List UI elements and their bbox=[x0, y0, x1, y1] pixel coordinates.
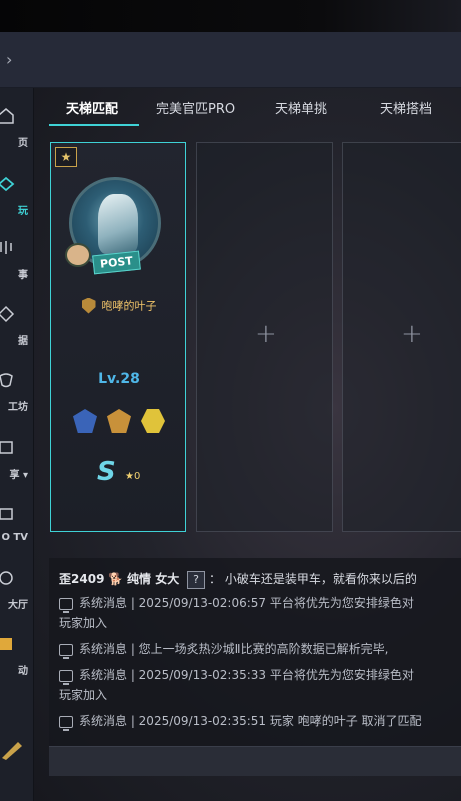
empty-slot-2[interactable]: + bbox=[196, 142, 333, 532]
sidebar-item-label: 页 bbox=[18, 138, 28, 149]
medal-hexagon-icon[interactable] bbox=[141, 409, 165, 433]
sidebar-item-label: 事 bbox=[18, 270, 28, 281]
system-message-text: 系统消息 | 2025/09/13-02:35:51 玩家 咆哮的叶子 取消了匹… bbox=[79, 714, 422, 728]
tab-ladder-match[interactable]: 天梯匹配 bbox=[66, 98, 118, 117]
sidebar-item-label: O TV bbox=[1, 532, 28, 543]
medal-blue-icon[interactable] bbox=[73, 409, 97, 433]
system-message: 系统消息 | 2025/09/13-02:06:57 平台将优先为您安排绿色对 bbox=[59, 594, 414, 613]
chat-separator: ： bbox=[209, 572, 222, 586]
activity-icon bbox=[0, 638, 12, 650]
plus-icon[interactable]: + bbox=[255, 319, 277, 349]
star-icon: ★ bbox=[55, 147, 77, 167]
sidebar-item-data[interactable]: 据 bbox=[0, 304, 34, 364]
tab-pro-match[interactable]: 完美官匹PRO bbox=[156, 98, 235, 117]
system-message-cont: 玩家加入 bbox=[59, 616, 108, 630]
active-tab-indicator bbox=[49, 124, 139, 126]
chat-message-user: 歪2409 🐕 纯情 女大 ?： 小破车还是装甲车，就看你来以后的 bbox=[59, 570, 417, 589]
sidebar-item-home[interactable]: 页 bbox=[0, 106, 34, 166]
system-message-icon bbox=[59, 643, 73, 659]
sidebar-item-label: 大厅 bbox=[8, 600, 28, 611]
mini-avatar-icon bbox=[65, 243, 91, 267]
sidebar-item-lobby[interactable]: 大厅 bbox=[0, 568, 34, 628]
player-name-row: 咆哮的叶子 bbox=[51, 295, 187, 314]
tv-icon bbox=[0, 508, 13, 520]
main-panel: 天梯匹配 完美官匹PRO 天梯单挑 天梯搭档 ★ POST 咆哮的叶子 Lv.2… bbox=[34, 88, 461, 801]
system-message-icon bbox=[59, 669, 73, 685]
sidebar-item-play[interactable]: 玩 bbox=[0, 174, 34, 234]
system-message: 系统消息 | 2025/09/13-02:35:51 玩家 咆哮的叶子 取消了匹… bbox=[59, 712, 422, 731]
system-message-icon bbox=[59, 715, 73, 731]
pencil-icon[interactable] bbox=[0, 738, 24, 762]
sidebar: 页 玩 事 据 工坊 享 ▾ O TV 大厅 动 bbox=[0, 88, 34, 801]
tab-ladder-solo[interactable]: 天梯单挑 bbox=[275, 98, 327, 117]
sidebar-item-label: 据 bbox=[18, 336, 28, 347]
sidebar-item-tv[interactable]: O TV bbox=[0, 504, 34, 564]
tab-ladder-duo[interactable]: 天梯搭档 bbox=[380, 98, 432, 117]
sidebar-item-activity[interactable]: 动 bbox=[0, 634, 34, 694]
sidebar-item-label: 工坊 bbox=[8, 402, 28, 413]
dog-icon: 🐕 bbox=[108, 572, 124, 586]
share-icon bbox=[0, 441, 13, 454]
tab-bar: 天梯匹配 完美官匹PRO 天梯单挑 天梯搭档 bbox=[34, 88, 461, 128]
player-name[interactable]: 咆哮的叶子 bbox=[102, 300, 157, 313]
sidebar-item-workshop[interactable]: 工坊 bbox=[0, 370, 34, 430]
sidebar-item-label: 动 bbox=[18, 666, 28, 677]
home-icon bbox=[0, 108, 14, 124]
avatar-figure bbox=[98, 194, 138, 254]
chat-username[interactable]: 纯情 女大 bbox=[127, 572, 179, 586]
chat-input[interactable] bbox=[49, 746, 461, 776]
sub-header: › bbox=[0, 32, 461, 88]
chevron-right-icon[interactable]: › bbox=[6, 50, 12, 69]
player-level: Lv.28 bbox=[98, 371, 140, 387]
plus-icon[interactable]: + bbox=[401, 319, 423, 349]
system-message-text: 系统消息 | 您上一场炙热沙城Ⅱ比赛的高阶数据已解析完毕, bbox=[79, 642, 389, 656]
system-message-text: 系统消息 | 2025/09/13-02:06:57 平台将优先为您安排绿色对 bbox=[79, 596, 414, 610]
sidebar-item-share[interactable]: 享 ▾ bbox=[0, 438, 34, 498]
question-icon[interactable]: ? bbox=[187, 570, 206, 589]
player-card[interactable]: ★ POST 咆哮的叶子 Lv.28 S ★0 bbox=[50, 142, 186, 532]
empty-slot-3[interactable]: + bbox=[342, 142, 461, 532]
system-message: 系统消息 | 2025/09/13-02:35:33 平台将优先为您安排绿色对 bbox=[59, 666, 414, 685]
medal-gold-icon[interactable] bbox=[107, 409, 131, 433]
sidebar-item-label: 玩 bbox=[18, 206, 28, 217]
chat-score: 2409 bbox=[71, 572, 105, 586]
lobby-icon bbox=[0, 571, 13, 585]
sidebar-item-label: 享 ▾ bbox=[9, 470, 28, 481]
system-message-text: 系统消息 | 2025/09/13-02:35:33 平台将优先为您安排绿色对 bbox=[79, 668, 414, 682]
data-icon bbox=[0, 305, 15, 323]
system-message-icon bbox=[59, 597, 73, 613]
badge-row bbox=[73, 409, 173, 435]
event-icon bbox=[0, 241, 12, 254]
chat-panel: 歪2409 🐕 纯情 女大 ?： 小破车还是装甲车，就看你来以后的 系统消息 |… bbox=[49, 558, 461, 746]
post-tag: POST bbox=[92, 250, 141, 275]
sidebar-item-event[interactable]: 事 bbox=[0, 238, 34, 298]
chat-text: 小破车还是装甲车，就看你来以后的 bbox=[224, 572, 417, 586]
rank-stars: ★0 bbox=[125, 471, 141, 482]
chat-prefix: 歪 bbox=[59, 572, 72, 586]
system-message: 系统消息 | 您上一场炙热沙城Ⅱ比赛的高阶数据已解析完毕, bbox=[59, 640, 389, 659]
rank-shield-icon bbox=[81, 297, 96, 314]
workshop-icon bbox=[0, 373, 13, 388]
title-bar bbox=[0, 0, 461, 32]
play-icon bbox=[0, 176, 15, 192]
rank-letter: S bbox=[97, 457, 116, 487]
system-message-cont: 玩家加入 bbox=[59, 688, 108, 702]
